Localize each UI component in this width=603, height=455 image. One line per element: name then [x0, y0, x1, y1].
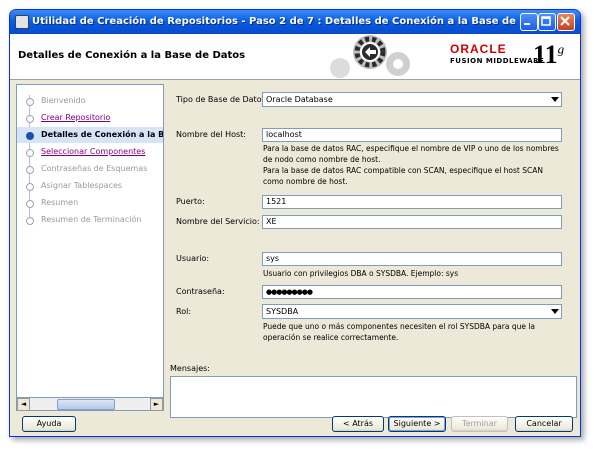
page-title: Detalles de Conexión a la Base de Datos — [18, 50, 246, 61]
role-label: Rol: — [176, 307, 192, 316]
user-label: Usuario: — [176, 254, 210, 263]
back-button[interactable]: < Atrás — [332, 416, 384, 432]
step-node-icon — [26, 115, 34, 123]
scroll-thumb[interactable] — [57, 399, 115, 410]
port-input[interactable]: 1521 — [262, 195, 562, 209]
step-welcome: Bienvenido — [17, 93, 163, 109]
minimize-icon — [524, 23, 530, 25]
gears-icon — [330, 35, 410, 78]
service-label: Nombre del Servicio: — [176, 217, 260, 226]
password-label: Contraseña: — [176, 287, 225, 296]
service-input[interactable]: XE — [262, 215, 562, 229]
maximize-icon — [541, 16, 551, 26]
port-label: Puerto: — [176, 197, 205, 206]
step-label[interactable]: Crear Repositorio — [41, 113, 110, 122]
fusion-middleware-text: FUSION MIDDLEWARE — [450, 57, 545, 65]
finish-button[interactable]: Terminar — [451, 416, 508, 432]
close-button[interactable] — [557, 13, 575, 31]
step-label: Bienvenido — [41, 96, 86, 105]
version-logo: 11g — [533, 40, 564, 70]
messages-label: Mensajes: — [170, 364, 210, 373]
oracle-logo: ORACLE FUSION MIDDLEWARE — [450, 42, 544, 65]
chevron-down-icon — [551, 309, 559, 314]
app-icon — [15, 15, 29, 29]
version-number: 11 — [533, 40, 558, 69]
step-node-icon — [26, 132, 34, 140]
messages-area[interactable] — [170, 376, 577, 418]
step-create-repository[interactable]: Crear Repositorio — [17, 110, 163, 126]
step-node-icon — [26, 98, 34, 106]
steps-horizontal-scrollbar[interactable]: ◄ ► — [16, 397, 164, 411]
step-completion-summary: Resumen de Terminación — [17, 212, 163, 228]
host-label: Nombre del Host: — [176, 130, 247, 139]
scroll-right-arrow-icon[interactable]: ► — [150, 398, 163, 411]
step-label: Contraseñas de Esquemas — [41, 164, 148, 173]
step-node-icon — [26, 217, 34, 225]
version-suffix: g — [557, 41, 565, 57]
user-hint: Usuario con privilegios DBA o SYSDBA. Ej… — [263, 269, 459, 278]
db-type-label: Tipo de Base de Datos: — [176, 95, 269, 104]
role-select[interactable]: SYSDBA — [262, 304, 562, 319]
db-type-value: Oracle Database — [266, 95, 333, 104]
chevron-down-icon — [551, 97, 559, 102]
scroll-left-arrow-icon[interactable]: ◄ — [17, 398, 30, 411]
step-summary: Resumen — [17, 195, 163, 211]
user-input[interactable]: sys — [262, 252, 562, 266]
db-type-select[interactable]: Oracle Database — [262, 92, 562, 107]
host-hint: Para la base de datos RAC, especifique e… — [263, 143, 563, 187]
password-input[interactable]: ●●●●●●●●● — [262, 285, 562, 299]
step-node-icon — [26, 166, 34, 174]
cancel-button[interactable]: Cancelar — [515, 416, 573, 432]
help-button[interactable]: Ayuda — [22, 416, 76, 432]
close-icon — [560, 16, 570, 26]
step-label: Asignar Tablespaces — [41, 181, 123, 190]
step-node-icon — [26, 200, 34, 208]
step-node-icon — [26, 149, 34, 157]
wizard-header: Detalles de Conexión a la Base de Datos … — [10, 34, 580, 80]
step-db-connection: Detalles de Conexión a la Base — [17, 127, 163, 143]
step-node-icon — [26, 183, 34, 191]
title-bar[interactable]: Utilidad de Creación de Repositorios - P… — [10, 10, 580, 34]
installer-window: Utilidad de Creación de Repositorios - P… — [9, 9, 581, 437]
step-label: Resumen — [41, 198, 79, 207]
minimize-button[interactable] — [520, 13, 538, 31]
role-hint: Puede que uno o más componentes necesite… — [263, 322, 536, 342]
host-input[interactable]: localhost — [262, 128, 562, 142]
step-assign-tablespaces: Asignar Tablespaces — [17, 178, 163, 194]
host-hint-text: Para la base de datos RAC, especifique e… — [263, 144, 559, 164]
step-label: Resumen de Terminación — [41, 215, 142, 224]
step-label[interactable]: Seleccionar Componentes — [41, 147, 145, 156]
next-button[interactable]: Siguiente > — [388, 416, 446, 432]
step-label: Detalles de Conexión a la Base — [41, 130, 164, 139]
role-value: SYSDBA — [266, 307, 299, 316]
maximize-button[interactable] — [538, 13, 556, 31]
step-select-components[interactable]: Seleccionar Componentes — [17, 144, 163, 160]
step-schema-passwords: Contraseñas de Esquemas — [17, 161, 163, 177]
window-title: Utilidad de Creación de Repositorios - P… — [32, 16, 553, 27]
oracle-wordmark: ORACLE — [450, 42, 507, 56]
steps-panel: Bienvenido Crear Repositorio Detalles de… — [16, 84, 164, 398]
host-hint-scan-text: Para la base de datos RAC compatible con… — [263, 166, 543, 186]
